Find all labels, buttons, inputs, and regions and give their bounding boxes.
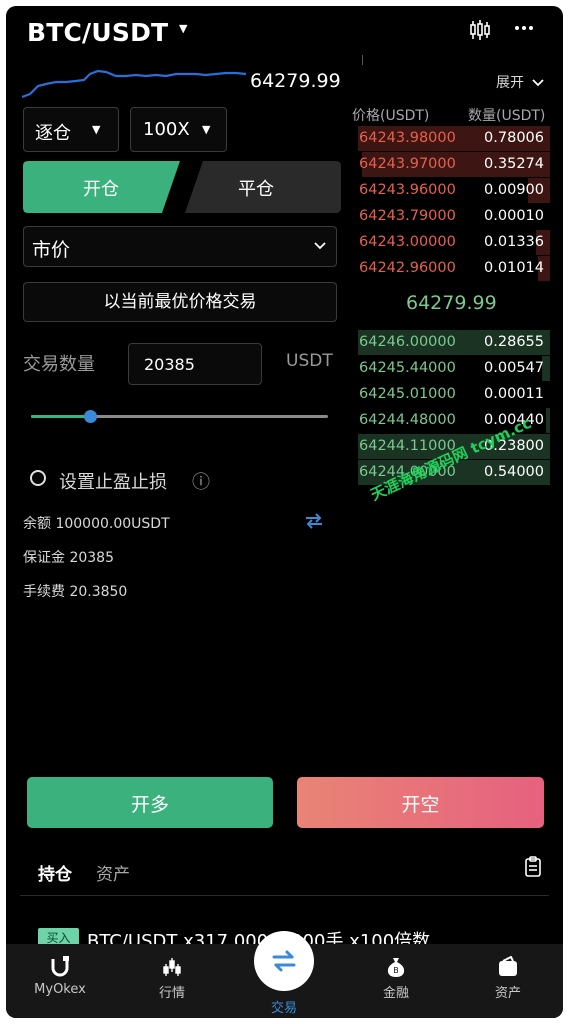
orderbook-price: 64244.48000 — [359, 412, 456, 428]
bid-row[interactable]: 64245.44000 0.00547 — [352, 356, 550, 381]
margin-mode-select[interactable]: 逐仓 ▼ — [23, 107, 119, 152]
open-short-label: 开空 — [401, 794, 440, 816]
orderbook-qty: 0.01336 — [484, 234, 544, 250]
orderbook-qty: 0.00011 — [484, 386, 544, 402]
tab-positions[interactable]: 持仓 — [38, 860, 72, 885]
ask-row[interactable]: 64242.96000 0.01014 — [352, 256, 550, 281]
orderbook-price: 64245.44000 — [359, 360, 456, 376]
margin-text: 保证金 20385 — [23, 550, 114, 566]
depth-bar — [546, 408, 550, 433]
nav-label-assets: 资产 — [494, 986, 521, 1001]
quantity-label: 交易数量 — [23, 354, 95, 375]
chevron-down-icon: ▼ — [92, 123, 101, 136]
tp-sl-label: 设置止盈止损 — [59, 472, 167, 493]
ask-row[interactable]: 64243.96000 0.00900 — [352, 178, 550, 203]
expand-button[interactable]: 展开 — [496, 72, 545, 92]
quantity-slider-handle[interactable] — [84, 410, 98, 423]
quantity-value: 20385 — [144, 355, 195, 374]
ask-row[interactable]: 64243.79000 0.00010 — [352, 204, 550, 229]
orderbook-qty: 0.01014 — [484, 260, 544, 276]
nav-trade[interactable]: 交易 — [244, 997, 324, 1016]
transfer-icon[interactable] — [303, 511, 325, 531]
orderbook-qty: 0.54000 — [484, 464, 544, 480]
leverage-value: 100X — [143, 119, 190, 140]
tp-sl-radio[interactable] — [30, 470, 46, 486]
chevron-down-icon — [314, 242, 326, 250]
pair-dropdown-caret-icon[interactable]: ▼ — [179, 22, 187, 35]
orderbook-mid-price: 64279.99 — [406, 292, 497, 314]
money-bag-icon: B — [387, 958, 405, 977]
orderbook-qty: 0.00010 — [484, 208, 544, 224]
tab-open-label: 开仓 — [83, 179, 119, 200]
quantity-input[interactable]: 20385 — [128, 343, 262, 385]
nav-myokex[interactable]: MyOkex — [20, 956, 100, 997]
open-close-tabs — [23, 161, 341, 213]
candles-icon — [163, 958, 181, 976]
open-long-button[interactable]: 开多 — [27, 777, 273, 828]
chevron-down-icon: ▼ — [202, 123, 211, 136]
orderbook-qty: 0.35274 — [484, 156, 544, 172]
orderbook-qty: 0.00900 — [484, 182, 544, 198]
nav-assets[interactable]: 资产 — [468, 956, 548, 1001]
more-options-icon[interactable] — [514, 25, 534, 31]
last-price: 64279.99 — [250, 70, 341, 92]
orderbook-qty: 0.78006 — [484, 130, 544, 146]
chevron-down-icon — [532, 79, 545, 87]
orderbook-qty-header: 数量(USDT) — [468, 108, 546, 124]
wallet-icon — [499, 956, 517, 976]
divider-tick — [362, 55, 363, 65]
open-short-button[interactable]: 开空 — [297, 777, 544, 828]
divider — [20, 895, 549, 896]
quantity-unit: USDT — [286, 351, 333, 371]
tab-assets[interactable]: 资产 — [96, 860, 130, 885]
orderbook-qty: 0.00547 — [484, 360, 544, 376]
balance-text: 余额 100000.00USDT — [23, 516, 170, 532]
orderbook-price: 64242.96000 — [359, 260, 456, 276]
fee-text: 手续费 20.3850 — [23, 584, 128, 600]
orderbook-price: 64246.00000 — [359, 334, 456, 350]
orderbook-price: 64245.01000 — [359, 386, 456, 402]
orderbook-price: 64243.97000 — [359, 156, 456, 172]
pair-title[interactable]: BTC/USDT — [27, 18, 168, 47]
orderbook-price: 64243.96000 — [359, 182, 456, 198]
leverage-select[interactable]: 100X ▼ — [130, 107, 227, 152]
candlestick-chart-icon[interactable] — [469, 19, 491, 41]
open-long-label: 开多 — [130, 794, 169, 816]
bid-row[interactable]: 64245.01000 0.00011 — [352, 382, 550, 407]
expand-label: 展开 — [496, 75, 524, 91]
tab-close-label: 平仓 — [238, 179, 274, 200]
ask-row[interactable]: 64243.98000 0.78006 — [352, 126, 550, 151]
trade-nav-button[interactable] — [254, 931, 314, 991]
margin-mode-value: 逐仓 — [35, 123, 71, 144]
info-icon[interactable]: ⓘ — [192, 468, 210, 494]
mini-price-chart — [22, 69, 246, 99]
orderbook-price: 64243.79000 — [359, 208, 456, 224]
nav-market[interactable]: 行情 — [132, 956, 212, 1001]
ask-row[interactable]: 64243.97000 0.35274 — [352, 152, 550, 177]
nav-label-finance: 金融 — [382, 986, 409, 1001]
nav-label-trade: 交易 — [270, 1001, 297, 1016]
order-type-select[interactable]: 市价 — [23, 226, 337, 267]
nav-label-myokex: MyOkex — [34, 982, 86, 997]
quantity-slider-fill — [31, 415, 91, 418]
orderbook-qty: 0.28655 — [484, 334, 544, 350]
svg-text:B: B — [393, 966, 399, 975]
ask-row[interactable]: 64243.00000 0.01336 — [352, 230, 550, 255]
orderbook-price: 64243.98000 — [359, 130, 456, 146]
swap-icon — [272, 950, 296, 972]
nav-finance[interactable]: B 金融 — [356, 956, 436, 1001]
orderbook-price-header: 价格(USDT) — [352, 108, 430, 124]
order-history-icon[interactable] — [524, 856, 542, 878]
best-price-field: 以当前最优价格交易 — [23, 282, 337, 322]
app-window: BTC/USDT ▼ 64279.99 逐仓 ▼ 100X ▼ 开仓 平仓 市价 — [6, 6, 563, 1018]
order-type-value: 市价 — [32, 239, 71, 261]
orderbook-price: 64243.00000 — [359, 234, 456, 250]
bid-row[interactable]: 64246.00000 0.28655 — [352, 330, 550, 355]
nav-label-market: 行情 — [158, 986, 185, 1001]
magnet-icon — [51, 956, 69, 977]
